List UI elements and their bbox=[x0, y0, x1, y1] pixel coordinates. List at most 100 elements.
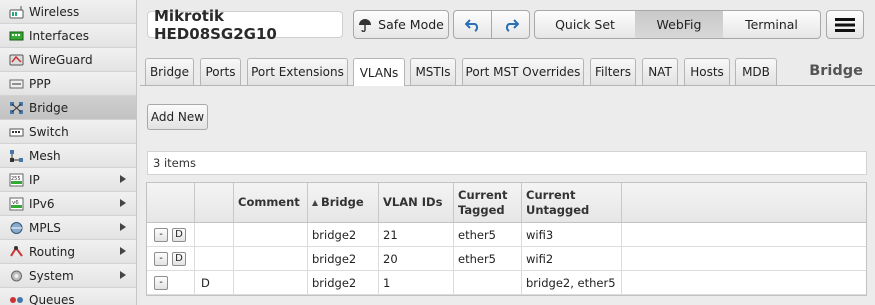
sidebar-item-label: IPv6 bbox=[29, 196, 55, 211]
sidebar-item-ppp[interactable]: PPP bbox=[0, 72, 136, 96]
chevron-right-icon bbox=[120, 223, 126, 231]
column-header-current-untagged[interactable]: Current Untagged bbox=[522, 183, 622, 222]
column-header-bridge[interactable]: Bridge bbox=[308, 183, 379, 222]
sidebar-item-label: Interfaces bbox=[29, 28, 89, 43]
safe-mode-button[interactable]: Safe Mode bbox=[353, 10, 449, 39]
sidebar-item-wireguard[interactable]: WireGuard bbox=[0, 48, 136, 72]
sidebar-item-bridge[interactable]: Bridge bbox=[0, 96, 136, 120]
cell-current-untagged: wifi3 bbox=[522, 223, 622, 246]
sidebar-item-label: Routing bbox=[29, 244, 76, 259]
sort-ascending-icon bbox=[312, 199, 318, 206]
mpls-icon bbox=[9, 221, 24, 235]
menu-button[interactable] bbox=[826, 10, 864, 39]
add-new-button[interactable]: Add New bbox=[147, 104, 208, 130]
cell-comment bbox=[234, 247, 308, 270]
queues-icon bbox=[9, 293, 24, 305]
tab-vlans[interactable]: VLANs bbox=[353, 58, 405, 86]
chevron-right-icon bbox=[120, 175, 126, 183]
column-header-label: Current Tagged bbox=[458, 187, 508, 217]
sidebar-item-label: Bridge bbox=[29, 100, 69, 115]
remove-button[interactable]: - bbox=[154, 275, 168, 290]
tab-mstis[interactable]: MSTIs bbox=[410, 58, 456, 85]
row-flag: D bbox=[195, 271, 234, 294]
remove-button[interactable]: - bbox=[154, 227, 168, 242]
routing-icon bbox=[9, 245, 24, 259]
mesh-icon bbox=[9, 149, 24, 163]
items-count-bar: 3 items bbox=[147, 151, 867, 175]
sidebar-item-mpls[interactable]: MPLS bbox=[0, 216, 136, 240]
vlan-table: Comment Bridge VLAN IDs Current Tagged C… bbox=[146, 182, 867, 296]
tab-mdb[interactable]: MDB bbox=[735, 58, 777, 85]
row-actions: - D bbox=[147, 247, 195, 270]
disable-button[interactable]: D bbox=[172, 227, 186, 242]
switch-icon bbox=[9, 125, 24, 139]
items-count: 3 items bbox=[153, 156, 196, 170]
undo-button[interactable] bbox=[453, 10, 492, 39]
column-header-label: VLAN IDs bbox=[383, 195, 443, 209]
table-header: Comment Bridge VLAN IDs Current Tagged C… bbox=[147, 183, 866, 223]
tab-filters[interactable]: Filters bbox=[590, 58, 636, 85]
hamburger-icon bbox=[835, 17, 855, 33]
cell-current-tagged bbox=[454, 271, 522, 294]
column-header-current-tagged[interactable]: Current Tagged bbox=[454, 183, 522, 222]
tab-bridge[interactable]: Bridge bbox=[145, 58, 194, 85]
webfig-button[interactable]: WebFig bbox=[635, 10, 724, 39]
cell-vlan-ids: 20 bbox=[379, 247, 454, 270]
terminal-button[interactable]: Terminal bbox=[723, 10, 821, 39]
sidebar-item-system[interactable]: System bbox=[0, 264, 136, 288]
bridge-icon bbox=[9, 101, 24, 115]
cell-current-untagged: wifi2 bbox=[522, 247, 622, 270]
tab-ports[interactable]: Ports bbox=[200, 58, 241, 85]
sidebar-item-ip[interactable]: 255 IP bbox=[0, 168, 136, 192]
sidebar-item-interfaces[interactable]: Interfaces bbox=[0, 24, 136, 48]
cell-current-tagged: ether5 bbox=[454, 247, 522, 270]
quick-set-button[interactable]: Quick Set bbox=[534, 10, 636, 39]
chevron-right-icon bbox=[120, 247, 126, 255]
ppp-icon bbox=[9, 77, 24, 91]
router-title: Mikrotik HED08SG2G10 bbox=[147, 7, 343, 43]
table-row[interactable]: - D bridge2 20 ether5 wifi2 bbox=[147, 247, 866, 271]
sidebar-item-label: MPLS bbox=[29, 220, 61, 235]
sidebar-item-queues[interactable]: Queues bbox=[0, 288, 136, 305]
column-header-spacer bbox=[622, 183, 866, 222]
tab-hosts[interactable]: Hosts bbox=[684, 58, 730, 85]
row-actions: - D bbox=[147, 223, 195, 246]
table-row[interactable]: - D bridge2 21 ether5 wifi3 bbox=[147, 223, 866, 247]
cell-bridge: bridge2 bbox=[308, 271, 379, 294]
disable-button[interactable]: D bbox=[172, 251, 186, 266]
sidebar-item-label: System bbox=[29, 268, 74, 283]
cell-current-untagged: bridge2, ether5 bbox=[522, 271, 622, 294]
sidebar-item-mesh[interactable]: Mesh bbox=[0, 144, 136, 168]
tab-port-extensions[interactable]: Port Extensions bbox=[247, 58, 348, 85]
tab-nat[interactable]: NAT bbox=[642, 58, 678, 85]
wireguard-icon bbox=[9, 53, 24, 67]
column-header-vlan-ids[interactable]: VLAN IDs bbox=[379, 183, 454, 222]
column-header-label: Current Untagged bbox=[526, 187, 590, 217]
sidebar-item-label: Wireless bbox=[29, 4, 80, 19]
chevron-right-icon bbox=[120, 199, 126, 207]
remove-button[interactable]: - bbox=[154, 251, 168, 266]
tab-port-mst-overrides[interactable]: Port MST Overrides bbox=[462, 58, 584, 85]
column-header-flags bbox=[195, 183, 234, 222]
row-flag bbox=[195, 223, 234, 246]
sidebar-item-ipv6[interactable]: v6 IPv6 bbox=[0, 192, 136, 216]
sidebar-item-label: IP bbox=[29, 172, 40, 187]
sidebar-item-label: Mesh bbox=[29, 148, 61, 163]
redo-icon bbox=[503, 18, 519, 32]
redo-button[interactable] bbox=[491, 10, 530, 39]
cell-spacer bbox=[622, 247, 866, 270]
sidebar-item-wireless[interactable]: Wireless bbox=[0, 0, 136, 24]
column-header-label: Bridge bbox=[321, 195, 364, 209]
umbrella-icon bbox=[358, 18, 372, 32]
sidebar-item-switch[interactable]: Switch bbox=[0, 120, 136, 144]
undo-icon bbox=[464, 18, 481, 32]
section-title: Bridge bbox=[809, 63, 863, 79]
wireless-icon bbox=[9, 5, 24, 19]
sidebar-item-routing[interactable]: Routing bbox=[0, 240, 136, 264]
row-flag bbox=[195, 247, 234, 270]
interfaces-icon bbox=[9, 29, 24, 43]
ipv6-icon: v6 bbox=[9, 197, 24, 211]
sidebar-item-label: WireGuard bbox=[29, 52, 93, 67]
column-header-comment[interactable]: Comment bbox=[234, 183, 308, 222]
table-row[interactable]: - D bridge2 1 bridge2, ether5 bbox=[147, 271, 866, 295]
